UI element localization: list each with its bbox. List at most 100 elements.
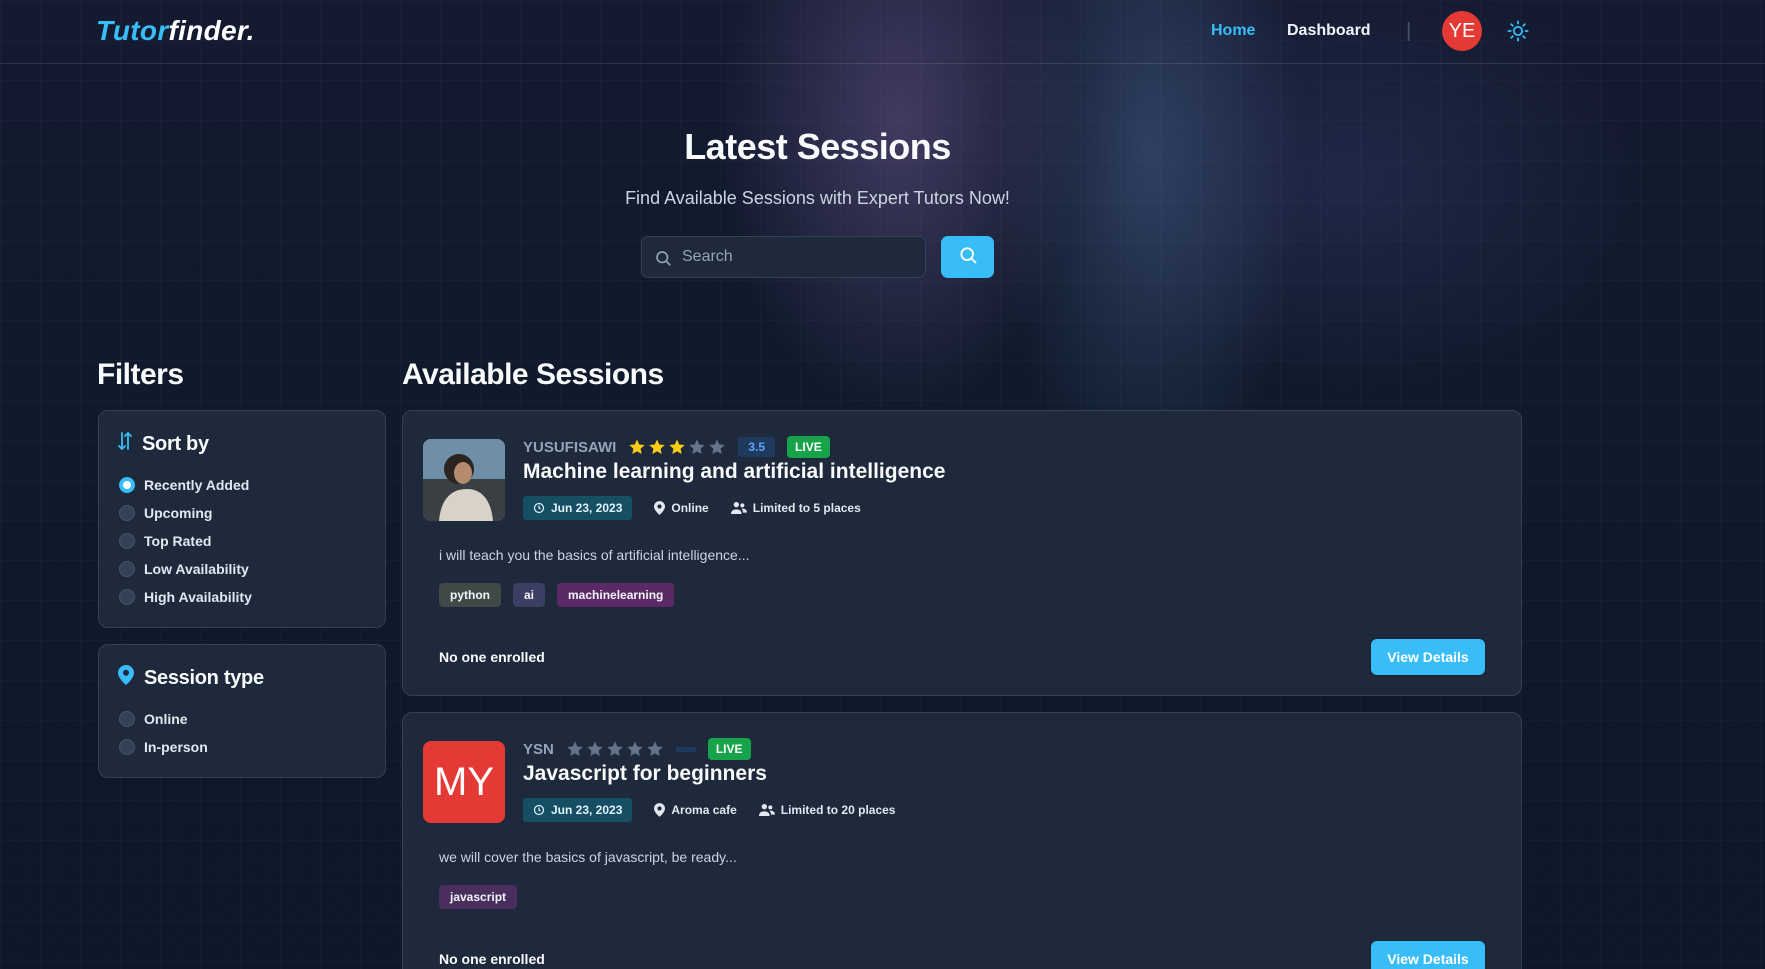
radio-button[interactable]	[119, 589, 135, 605]
star-empty-icon	[587, 741, 603, 757]
tag-javascript[interactable]: javascript	[439, 885, 518, 909]
view-details-button[interactable]: View Details	[1371, 941, 1485, 969]
session-location: Online	[654, 501, 709, 515]
session-type-in-person[interactable]: In-person	[119, 739, 208, 755]
tag-machinelearning[interactable]: machinelearning	[557, 583, 675, 607]
tag-python[interactable]: python	[439, 583, 501, 607]
nav-dashboard-link[interactable]: Dashboard	[1287, 22, 1371, 40]
nav-separator: |	[1406, 20, 1412, 42]
search-icon	[958, 245, 978, 270]
tutor-avatar-initials: MY	[423, 741, 505, 823]
session-type-header: Session type	[118, 665, 264, 691]
session-description: i will teach you the basics of artificia…	[439, 547, 750, 563]
view-details-button[interactable]: View Details	[1371, 639, 1485, 675]
session-location: Aroma cafe	[654, 803, 737, 817]
session-capacity-text: Limited to 20 places	[780, 803, 896, 817]
sort-option-top-rated[interactable]: Top Rated	[119, 533, 211, 549]
star-empty-icon	[709, 439, 725, 455]
nav-home-link[interactable]: Home	[1211, 22, 1255, 40]
session-type-title: Session type	[144, 666, 264, 689]
rating-value: 3.5	[738, 437, 776, 457]
map-pin-icon	[654, 803, 666, 817]
session-location-text: Online	[671, 501, 709, 515]
session-type-label: Online	[144, 711, 188, 727]
search-input[interactable]	[682, 237, 922, 277]
radio-button[interactable]	[119, 505, 135, 521]
page-subtitle: Find Available Sessions with Expert Tuto…	[625, 188, 1010, 208]
sort-option-low-availability[interactable]: Low Availability	[119, 561, 249, 577]
session-capacity: Limited to 20 places	[758, 803, 896, 817]
session-type-label: In-person	[144, 739, 208, 755]
map-pin-icon	[118, 665, 144, 691]
page-title: Latest Sessions	[684, 126, 951, 167]
session-description: we will cover the basics of javascript, …	[439, 849, 737, 865]
users-icon	[758, 804, 775, 816]
logo-part-2: finder.	[168, 15, 255, 46]
radio-button[interactable]	[119, 533, 135, 549]
star-empty-icon	[567, 741, 583, 757]
session-tags: javascript	[439, 885, 529, 909]
radio-button[interactable]	[119, 561, 135, 577]
radio-button[interactable]	[119, 711, 135, 727]
session-meta: YSN LIVE	[523, 737, 751, 761]
sort-option-upcoming[interactable]: Upcoming	[119, 505, 212, 521]
star-empty-icon	[627, 741, 643, 757]
sort-option-label: Upcoming	[144, 505, 213, 521]
sort-option-recently-added[interactable]: Recently Added	[119, 477, 249, 493]
star-empty-icon	[607, 741, 623, 757]
session-capacity: Limited to 5 places	[730, 501, 861, 515]
rating-stars	[628, 438, 728, 456]
session-date: Jun 23, 2023	[523, 496, 633, 520]
tutor-name[interactable]: YUSUFISAWI	[523, 439, 616, 456]
session-meta: YUSUFISAWI 3.5 LIVE	[523, 435, 830, 459]
star-filled-icon	[649, 439, 665, 455]
sort-option-label: Top Rated	[144, 533, 212, 549]
session-type-panel: Session type Online In-person	[98, 644, 386, 778]
tutor-name[interactable]: YSN	[523, 741, 554, 758]
sort-arrows-icon	[118, 431, 142, 457]
logo[interactable]: Tutorfinder.	[96, 15, 255, 47]
rating-empty	[675, 746, 696, 752]
star-filled-icon	[669, 439, 685, 455]
session-card[interactable]: MY YSN LIVE Javascript for beginners Jun…	[402, 712, 1522, 969]
session-tags: python ai machinelearning	[439, 583, 686, 607]
search-icon	[654, 249, 672, 267]
rating-stars	[566, 740, 666, 758]
clock-icon	[533, 804, 545, 816]
sort-option-label: Low Availability	[144, 561, 249, 577]
logo-part-1: Tutor	[96, 15, 169, 46]
tag-ai[interactable]: ai	[513, 583, 546, 607]
session-title[interactable]: Javascript for beginners	[523, 762, 767, 786]
map-pin-icon	[654, 501, 666, 515]
sun-icon[interactable]	[1507, 20, 1529, 42]
sort-panel-header: Sort by	[118, 431, 209, 457]
session-type-online[interactable]: Online	[119, 711, 188, 727]
enrollment-status: No one enrolled	[439, 649, 545, 665]
clock-icon	[533, 502, 545, 514]
session-capacity-text: Limited to 5 places	[752, 501, 861, 515]
session-date: Jun 23, 2023	[523, 798, 633, 822]
radio-button[interactable]	[119, 477, 135, 493]
session-date-text: Jun 23, 2023	[551, 501, 623, 515]
status-badge: LIVE	[707, 738, 751, 760]
sort-option-label: Recently Added	[144, 477, 250, 493]
star-filled-icon	[629, 439, 645, 455]
sessions-title: Available Sessions	[402, 358, 664, 391]
sort-option-label: High Availability	[144, 589, 252, 605]
navbar: Tutorfinder. Home Dashboard | YE	[0, 0, 1765, 64]
session-details: Jun 23, 2023 Aroma cafe Limited to 20 pl…	[523, 798, 917, 822]
search-box	[641, 236, 926, 278]
status-badge: LIVE	[787, 436, 830, 458]
enrollment-status: No one enrolled	[439, 951, 545, 967]
user-avatar[interactable]: YE	[1442, 11, 1482, 51]
users-icon	[730, 502, 747, 514]
star-empty-icon	[689, 439, 705, 455]
sort-panel: Sort by Recently Added Upcoming Top Rate…	[98, 410, 386, 628]
session-title[interactable]: Machine learning and artificial intellig…	[523, 460, 945, 484]
session-card[interactable]: YUSUFISAWI 3.5 LIVE Machine learning and…	[402, 410, 1522, 696]
radio-button[interactable]	[119, 739, 135, 755]
star-empty-icon	[647, 741, 663, 757]
search-button[interactable]	[941, 236, 994, 278]
sort-option-high-availability[interactable]: High Availability	[119, 589, 252, 605]
session-details: Jun 23, 2023 Online Limited to 5 places	[523, 496, 883, 520]
